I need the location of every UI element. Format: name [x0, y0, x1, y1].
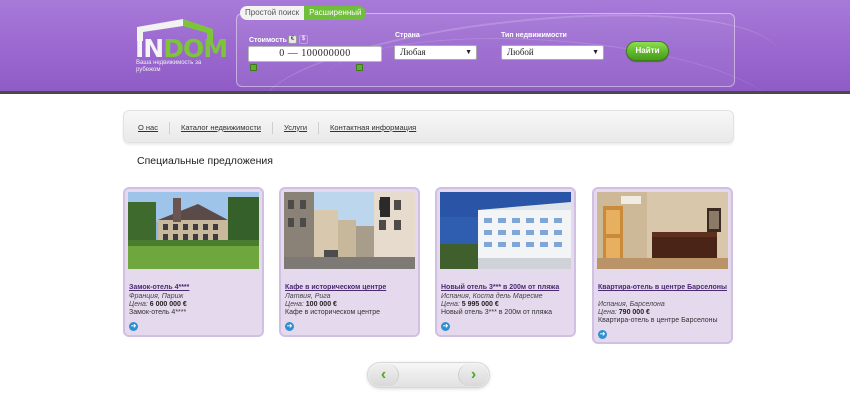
offer-price: Цена: 5 995 000 € [441, 301, 499, 308]
logo-tagline: Ваша недвижимость за рубежом [136, 60, 202, 73]
cost-slider-min-handle[interactable] [250, 64, 257, 71]
offer-card[interactable]: Кафе в историческом центре Латвия, Рига … [279, 187, 420, 337]
country-select[interactable]: Любая ▼ [394, 45, 477, 60]
currency-alt-icon[interactable]: $ [299, 35, 308, 44]
offer-description: Квартира-отель в центре Барселоны [598, 317, 718, 324]
offer-location: Франция, Париж [129, 293, 184, 300]
offer-location: Испания, Коста дель Маресме [441, 293, 543, 300]
offer-location: Латвия, Рига [285, 293, 331, 300]
offer-photo[interactable] [597, 192, 728, 269]
tab-advanced-search[interactable]: Расширенный [304, 6, 367, 20]
offer-description: Замок-отель 4**** [129, 309, 187, 316]
currency-toggle-icon[interactable]: € [288, 35, 297, 44]
offer-card[interactable]: Квартира-отель в центре Барселоны Испани… [592, 187, 733, 344]
offer-location: Испания, Барселона [598, 301, 665, 308]
main-nav: О нас Каталог недвижимости Услуги Контак… [123, 110, 734, 143]
arrow-right-icon[interactable]: ➜ [285, 322, 294, 331]
nav-item-services[interactable]: Услуги [273, 121, 320, 134]
offer-card[interactable]: Новый отель 3*** в 200м от пляжа Испания… [435, 187, 576, 337]
property-type-select[interactable]: Любой ▼ [501, 45, 604, 60]
chevron-down-icon: ▼ [465, 48, 472, 56]
search-tabs: Простой поиск Расширенный [240, 6, 367, 20]
offer-title[interactable]: Замок-отель 4**** [129, 284, 261, 292]
offer-title[interactable]: Новый отель 3*** в 200м от пляжа [441, 284, 573, 292]
carousel-pager: ‹ › [367, 362, 490, 388]
offer-card[interactable]: Замок-отель 4**** Франция, Париж Цена: 6… [123, 187, 264, 337]
cost-slider-max-handle[interactable] [356, 64, 363, 71]
arrow-right-icon[interactable]: ➜ [441, 322, 450, 331]
offer-description: Новый отель 3*** в 200м от пляжа [441, 309, 552, 316]
section-title: Специальные предложения [137, 155, 273, 167]
chevron-right-icon[interactable]: › [458, 364, 488, 386]
nav-item-about[interactable]: О нас [124, 121, 170, 134]
find-button[interactable]: Найти [626, 41, 669, 61]
site-logo[interactable]: INDOM Ваша недвижимость за рубежом [135, 17, 228, 73]
nav-item-catalog[interactable]: Каталог недвижимости [170, 121, 273, 134]
cost-label: Стоимость [249, 37, 287, 44]
cost-range-input[interactable]: 0 — 100000000 [248, 46, 382, 62]
chevron-down-icon: ▼ [592, 48, 599, 56]
logo-wordmark: INDOM [135, 34, 228, 63]
chevron-left-icon[interactable]: ‹ [369, 364, 399, 386]
property-type-label: Тип недвижимости [501, 32, 567, 39]
offer-price: Цена: 100 000 € [285, 301, 337, 308]
property-type-select-value: Любой [507, 47, 534, 57]
offer-title[interactable]: Кафе в историческом центре [285, 284, 417, 292]
offer-description: Кафе в историческом центре [285, 309, 380, 316]
offer-title[interactable]: Квартира-отель в центре Барселоны [598, 284, 730, 292]
country-select-value: Любая [400, 47, 426, 57]
nav-item-contacts[interactable]: Контактная информация [319, 122, 427, 134]
offer-photo[interactable] [284, 192, 415, 269]
offer-photo[interactable] [440, 192, 571, 269]
offer-price: Цена: 6 000 000 € [129, 301, 187, 308]
offer-price: Цена: 790 000 € [598, 309, 650, 316]
tab-simple-search[interactable]: Простой поиск [240, 6, 305, 20]
arrow-right-icon[interactable]: ➜ [598, 330, 607, 339]
arrow-right-icon[interactable]: ➜ [129, 322, 138, 331]
country-label: Страна [395, 32, 420, 39]
offer-photo[interactable] [128, 192, 259, 269]
